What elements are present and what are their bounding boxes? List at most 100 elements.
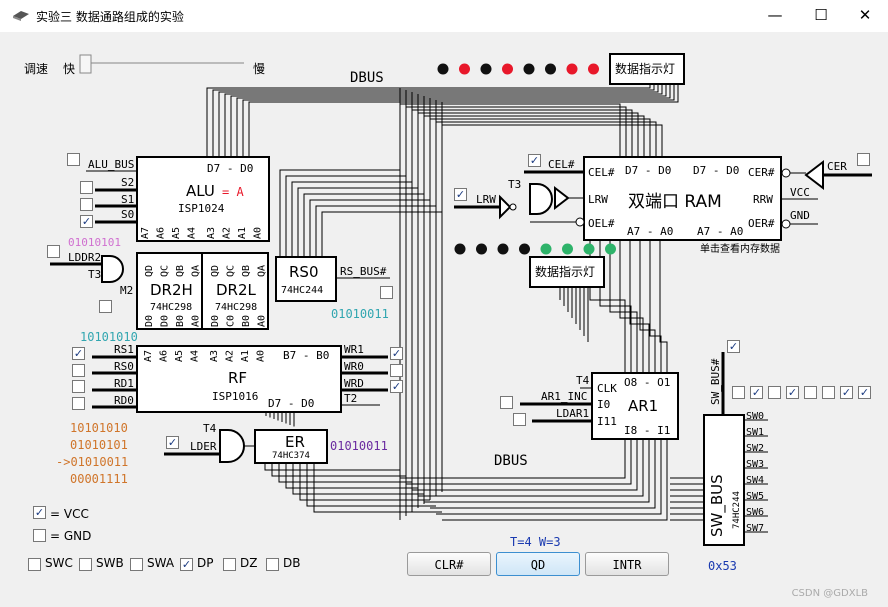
alu-pin-A7: A7 — [140, 227, 151, 239]
sw-bus-enable-checkbox[interactable] — [727, 340, 740, 353]
dr-top-pin-0: QD — [144, 265, 155, 277]
rs0-value: 01010011 — [331, 307, 389, 321]
cer-checkbox[interactable] — [857, 153, 870, 166]
er-value: 01010011 — [330, 439, 388, 453]
ram-cel-pin: CEL# — [588, 166, 615, 179]
mode-checkbox-dz[interactable] — [223, 558, 236, 571]
mode-checkbox-swc[interactable] — [28, 558, 41, 571]
mode-label-dp: DP — [197, 556, 214, 570]
s2-checkbox[interactable] — [80, 181, 93, 194]
rd0-checkbox[interactable] — [72, 397, 85, 410]
mode-checkbox-dp[interactable] — [180, 558, 193, 571]
ldar1-checkbox[interactable] — [513, 413, 526, 426]
mode-label-swb: SWB — [96, 556, 124, 570]
switch-checkbox-2[interactable] — [768, 386, 781, 399]
lrw-checkbox[interactable] — [454, 188, 467, 201]
rd1-label: RD1 — [114, 377, 134, 390]
lrw-label: LRW — [476, 193, 496, 206]
dr-top-pin-6: QB — [241, 265, 252, 277]
cel-label: CEL# — [548, 158, 575, 171]
switch-checkbox-7[interactable] — [858, 386, 871, 399]
led-row-bottom — [454, 243, 616, 255]
led-6 — [583, 243, 595, 255]
led-0 — [437, 63, 449, 75]
switch-checkbox-6[interactable] — [840, 386, 853, 399]
wr0-label: WR0 — [344, 360, 364, 373]
rf-pin-A1: A1 — [240, 350, 251, 362]
speed-slider-thumb[interactable] — [79, 54, 92, 74]
switch-checkbox-1[interactable] — [750, 386, 763, 399]
wrd-checkbox[interactable] — [390, 380, 403, 393]
alu-pin-A0: A0 — [253, 227, 264, 239]
rs0-chip-id: 74HC244 — [281, 285, 323, 296]
qd-button[interactable]: QD — [496, 552, 580, 576]
lrw-inverter — [499, 194, 512, 220]
reg-value-0: 10101010 — [70, 421, 128, 435]
rs0-title: RS0 — [289, 263, 319, 281]
switch-checkbox-0[interactable] — [732, 386, 745, 399]
reg-value-3: 00001111 — [70, 472, 128, 486]
ar1-title: AR1 — [628, 397, 658, 415]
rf-data-pins: D7 - D0 — [268, 397, 314, 410]
ar1-in-pins: I8 - I1 — [624, 424, 670, 437]
wr1-checkbox[interactable] — [390, 347, 403, 360]
alu-bus-checkbox[interactable] — [67, 153, 80, 166]
alu-data-pins: D7 - D0 — [207, 162, 253, 175]
gnd-legend: = GND — [50, 529, 91, 543]
dr-top-pin-2: QB — [175, 265, 186, 277]
ram-left-addr: A7 - A0 — [627, 225, 673, 238]
lddr2-checkbox[interactable] — [47, 245, 60, 258]
switch-inputs: SW0 SW1 SW2 SW3 SW4 SW5 SW6 SW7 — [744, 411, 768, 534]
switch-label-6: SW6 — [746, 507, 764, 518]
led-row-top — [437, 63, 599, 75]
switch-checkbox-4[interactable] — [804, 386, 817, 399]
rf-pin-A0: A0 — [256, 350, 267, 362]
rs0-checkbox[interactable] — [72, 364, 85, 377]
s1-checkbox[interactable] — [80, 198, 93, 211]
minimize-button[interactable]: — — [752, 0, 798, 32]
lrw-and-gate — [529, 183, 553, 215]
t3-label-ram: T3 — [508, 178, 521, 191]
ram-left-data: D7 - D0 — [625, 164, 671, 177]
gnd-legend-checkbox — [33, 529, 46, 542]
switch-checkbox-5[interactable] — [822, 386, 835, 399]
led-7 — [605, 243, 616, 255]
close-button[interactable]: ✕ — [842, 0, 888, 32]
rs-bus-checkbox[interactable] — [380, 286, 393, 299]
rs1-checkbox[interactable] — [72, 347, 85, 360]
sw-bus-enable-label: SW_BUS# — [709, 358, 722, 405]
rf-pin-A4: A4 — [190, 350, 201, 362]
wr0-checkbox[interactable] — [390, 364, 403, 377]
clr-button[interactable]: CLR# — [407, 552, 491, 576]
switch-label-1: SW1 — [746, 427, 764, 438]
switch-label-4: SW4 — [746, 475, 764, 486]
dr-top-pin-1: QC — [160, 265, 171, 277]
mode-label-dz: DZ — [240, 556, 258, 570]
switch-checkbox-3[interactable] — [786, 386, 799, 399]
rd1-checkbox[interactable] — [72, 380, 85, 393]
dr-bottom-pin-7: A0 — [257, 315, 268, 327]
speed-label: 调速 — [24, 62, 49, 76]
sw-bus-chip-id: 74HC244 — [732, 491, 742, 529]
ldar1-label: LDAR1 — [556, 407, 589, 420]
lder-checkbox[interactable] — [166, 436, 179, 449]
ram-memory-hint[interactable]: 单击查看内存数据 — [700, 242, 780, 255]
mode-checkbox-swa[interactable] — [130, 558, 143, 571]
t2-label: T2 — [344, 392, 357, 405]
s0-label: S0 — [121, 208, 134, 221]
cel-checkbox[interactable] — [528, 154, 541, 167]
mode-checkbox-swb[interactable] — [79, 558, 92, 571]
lder-and-gate — [219, 429, 245, 463]
alu-function: = A — [222, 185, 244, 199]
m2-checkbox[interactable] — [99, 300, 112, 313]
mode-checkbox-db[interactable] — [266, 558, 279, 571]
cer-inverter — [804, 159, 824, 191]
intr-button[interactable]: INTR — [585, 552, 669, 576]
mode-label-swa: SWA — [147, 556, 175, 570]
dr-top-pin-5: QC — [226, 265, 237, 277]
rf-pin-A3: A3 — [209, 350, 220, 362]
dbus-label-top: DBUS — [350, 70, 384, 86]
ar1-inc-checkbox[interactable] — [500, 396, 513, 409]
s0-checkbox[interactable] — [80, 215, 93, 228]
maximize-button[interactable]: ☐ — [798, 0, 844, 32]
